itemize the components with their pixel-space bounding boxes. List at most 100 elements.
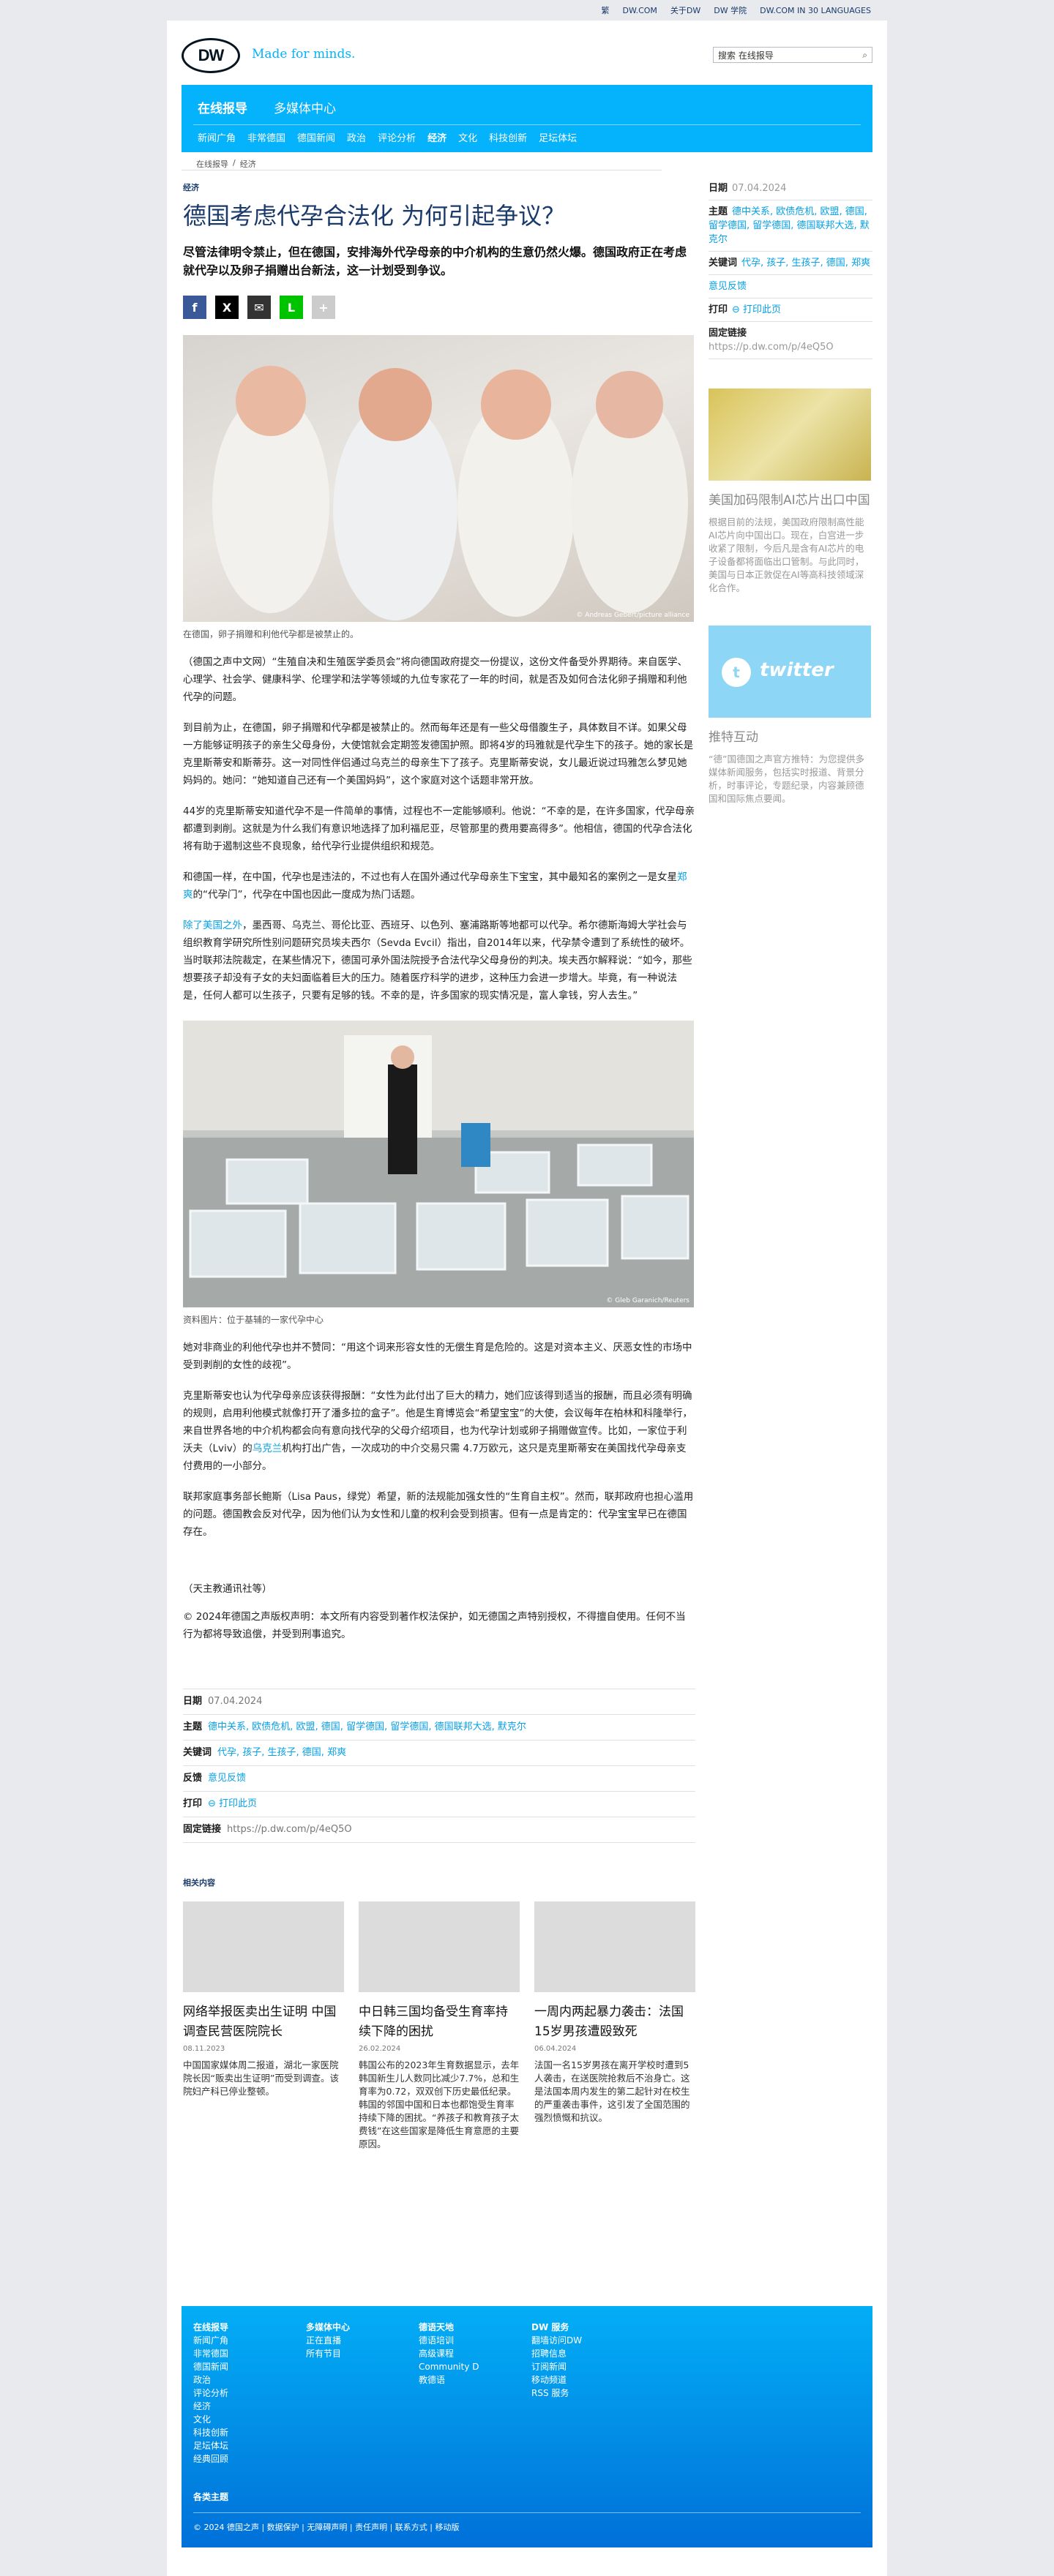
related-item[interactable]: 一周内两起暴力袭击：法国15岁男孩遭殴致死 06.04.2024 法国一名15岁… [534, 1901, 695, 2151]
feedback-link[interactable]: 意见反馈 [208, 1773, 246, 1784]
nav-item[interactable]: 科技创新 [489, 130, 527, 144]
side-topic-links[interactable]: 德中关系, 欧债危机, 欧盟, 德国, 留学德国, 留学德国, 德国联邦大选, … [709, 206, 870, 245]
related-date: 06.04.2024 [534, 2045, 577, 2053]
footer-heading[interactable]: DW 服务 [531, 2321, 582, 2334]
article-image-clinic: © Gleb Garanich/Reuters [183, 1021, 694, 1307]
dwcom-link[interactable]: DW.COM [623, 6, 657, 15]
tagline: Made for minds. [252, 47, 356, 61]
meta-value: 07.04.2024 [208, 1696, 263, 1707]
more-icon[interactable]: + [312, 296, 335, 319]
related-date: 26.02.2024 [359, 2045, 401, 2053]
footer-link[interactable]: 招聘信息 [531, 2347, 582, 2360]
page-container: DW Made for minds. 搜索 在线报导 ⌕ 在线报导 多媒体中心 … [167, 20, 887, 2576]
permalink[interactable]: https://p.dw.com/p/4eQ5O [227, 1824, 352, 1835]
footer-link[interactable]: Community D [419, 2360, 479, 2373]
footer-link[interactable]: 经典回顾 [193, 2452, 228, 2466]
inline-link[interactable]: 除了美国之外 [183, 920, 242, 931]
nav-item-active[interactable]: 经济 [427, 130, 446, 144]
side-card-title[interactable]: 美国加码限制AI芯片出口中国 [709, 491, 872, 510]
footer-link[interactable]: 新闻广角 [193, 2334, 228, 2347]
article-meta: 日期 07.04.2024 主题 德中关系, 欧债危机, 欧盟, 德国, 留学德国,… [183, 1689, 695, 1843]
breadcrumb-item[interactable]: 在线报导 [196, 158, 228, 170]
about-dw-link[interactable]: 关于DW [670, 4, 700, 16]
copyright-notice: © 2024年德国之声版权声明：本文所有内容受到著作权法保护，如无德国之声特别授… [183, 1611, 686, 1640]
email-icon[interactable]: ✉ [247, 296, 271, 319]
side-card-text: 根据目前的法规，美国政府限制高性能AI芯片向中国出口。现在，白宫进一步收紧了限制… [709, 517, 864, 593]
inline-link[interactable]: 乌克兰 [253, 1443, 283, 1454]
side-feedback: 意见反馈 [709, 275, 872, 298]
footer-link[interactable]: 订阅新闻 [531, 2360, 582, 2373]
footer-link[interactable]: 经济 [193, 2400, 228, 2413]
clinic-illustration [183, 1021, 694, 1307]
side-card-image[interactable] [709, 388, 871, 481]
related-title[interactable]: 网络举报医卖出生证明 中国调查民营医院院长 [183, 2002, 344, 2042]
footer-link[interactable]: 高级课程 [419, 2347, 479, 2360]
nav-item[interactable]: 评论分析 [378, 130, 416, 144]
footer-link[interactable]: 正在直播 [306, 2334, 350, 2347]
article: 经济 德国考虑代孕合法化 为何引起争议？ 尽管法律明令禁止，但在德国，安排海外代… [183, 181, 695, 2151]
side-permalink-value[interactable]: https://p.dw.com/p/4eQ5O [709, 342, 834, 353]
dw-logo[interactable]: DW [182, 38, 243, 73]
footer-link[interactable]: 移动频道 [531, 2373, 582, 2387]
article-kicker[interactable]: 经济 [183, 181, 695, 193]
meta-feedback: 反馈 意见反馈 [183, 1765, 695, 1791]
nav-item[interactable]: 德国新闻 [297, 130, 335, 144]
meta-topic-links[interactable]: 德中关系, 欧债危机, 欧盟, 德国, 留学德国, 留学德国, 德国联邦大选, … [208, 1721, 526, 1732]
footer-link[interactable]: 德国新闻 [193, 2360, 228, 2373]
related-thumbnail[interactable] [359, 1901, 520, 1992]
sidebar: 日期 07.04.2024 主题 德中关系, 欧债危机, 欧盟, 德国, 留学德国,… [709, 177, 872, 806]
search-value: 搜索 在线报导 [718, 50, 774, 61]
search-icon[interactable]: ⌕ [862, 50, 867, 61]
related-thumbnail[interactable] [534, 1901, 695, 1992]
related-item[interactable]: 网络举报医卖出生证明 中国调查民营医院院长 08.11.2023 中国国家媒体周… [183, 1901, 344, 2151]
line-icon[interactable]: L [280, 296, 303, 319]
facebook-icon[interactable]: f [183, 296, 206, 319]
side-card-title[interactable]: 推特互动 [709, 728, 872, 747]
nav-item[interactable]: 非常德国 [247, 130, 285, 144]
footer-link[interactable]: 翻墙访问DW [531, 2334, 582, 2347]
nav-item[interactable]: 文化 [458, 130, 477, 144]
nav-item[interactable]: 足坛体坛 [539, 130, 577, 144]
footer-heading[interactable]: 多媒体中心 [306, 2321, 350, 2334]
footer-col-german: 德语天地 德语培训 高级课程 Community D 教德语 [419, 2321, 479, 2387]
search-input[interactable]: 搜索 在线报导 ⌕ [713, 47, 872, 63]
image-caption: 在德国，卵子捐赠和利他代孕都是被禁止的。 [183, 629, 359, 639]
related-thumbnail[interactable] [183, 1901, 344, 1992]
side-print-link[interactable]: ⊖ 打印此页 [732, 304, 781, 315]
dw-academy-link[interactable]: DW 学院 [714, 4, 747, 16]
related-item[interactable]: 中日韩三国均备受生育率持续下降的困扰 26.02.2024 韩国公布的2023年… [359, 1901, 520, 2151]
footer-link[interactable]: 教德语 [419, 2373, 479, 2387]
footer-link[interactable]: 科技创新 [193, 2426, 228, 2439]
side-permalink: 固定链接 https://p.dw.com/p/4eQ5O [709, 322, 872, 359]
footer-link[interactable]: 德语培训 [419, 2334, 479, 2347]
paragraph: 联邦家庭事务部长鲍斯（Lisa Paus，绿党）希望，新的法规能加强女性的“生育… [183, 1491, 694, 1538]
print-link[interactable]: ⊖ 打印此页 [208, 1798, 257, 1809]
footer-link[interactable]: 政治 [193, 2373, 228, 2387]
nav-item[interactable]: 新闻广角 [198, 130, 236, 144]
share-bar: f X ✉ L + [183, 296, 695, 319]
footer-link[interactable]: 文化 [193, 2413, 228, 2426]
breadcrumb-item[interactable]: 经济 [240, 158, 256, 170]
meta-keyword-links[interactable]: 代孕, 孩子, 生孩子, 德国, 郑爽 [217, 1747, 346, 1758]
related-title[interactable]: 中日韩三国均备受生育率持续下降的困扰 [359, 2002, 520, 2042]
nav-online-reports[interactable]: 在线报导 [198, 98, 247, 116]
side-keywords: 关键词 代孕, 孩子, 生孩子, 德国, 郑爽 [709, 252, 872, 275]
languages-link[interactable]: DW.COM IN 30 LANGUAGES [760, 6, 871, 15]
footer-link[interactable]: 评论分析 [193, 2387, 228, 2400]
twitter-banner[interactable]: t twitter [709, 626, 871, 718]
footer-link[interactable]: 非常德国 [193, 2347, 228, 2360]
x-icon[interactable]: X [215, 296, 239, 319]
lang-trad-link[interactable]: 繁 [602, 4, 610, 16]
nav-media-center[interactable]: 多媒体中心 [274, 98, 336, 116]
footer-link[interactable]: 足坛体坛 [193, 2439, 228, 2452]
side-keyword-links[interactable]: 代孕, 孩子, 生孩子, 德国, 郑爽 [741, 258, 870, 269]
nav-item[interactable]: 政治 [347, 130, 366, 144]
footer-link[interactable]: 所有节目 [306, 2347, 350, 2360]
side-feedback-link[interactable]: 意见反馈 [709, 281, 747, 292]
footer-heading[interactable]: 德语天地 [419, 2321, 479, 2334]
footer-heading[interactable]: 在线报导 [193, 2321, 228, 2334]
footer-topics[interactable]: 各类主题 [193, 2490, 228, 2503]
related-title[interactable]: 一周内两起暴力袭击：法国15岁男孩遭殴致死 [534, 2002, 695, 2042]
paragraph: 除了美国之外，墨西哥、乌克兰、哥伦比亚、西班牙、以色列、塞浦路斯等地都可以代孕。… [183, 917, 695, 1005]
footer-link[interactable]: RSS 服务 [531, 2387, 582, 2400]
